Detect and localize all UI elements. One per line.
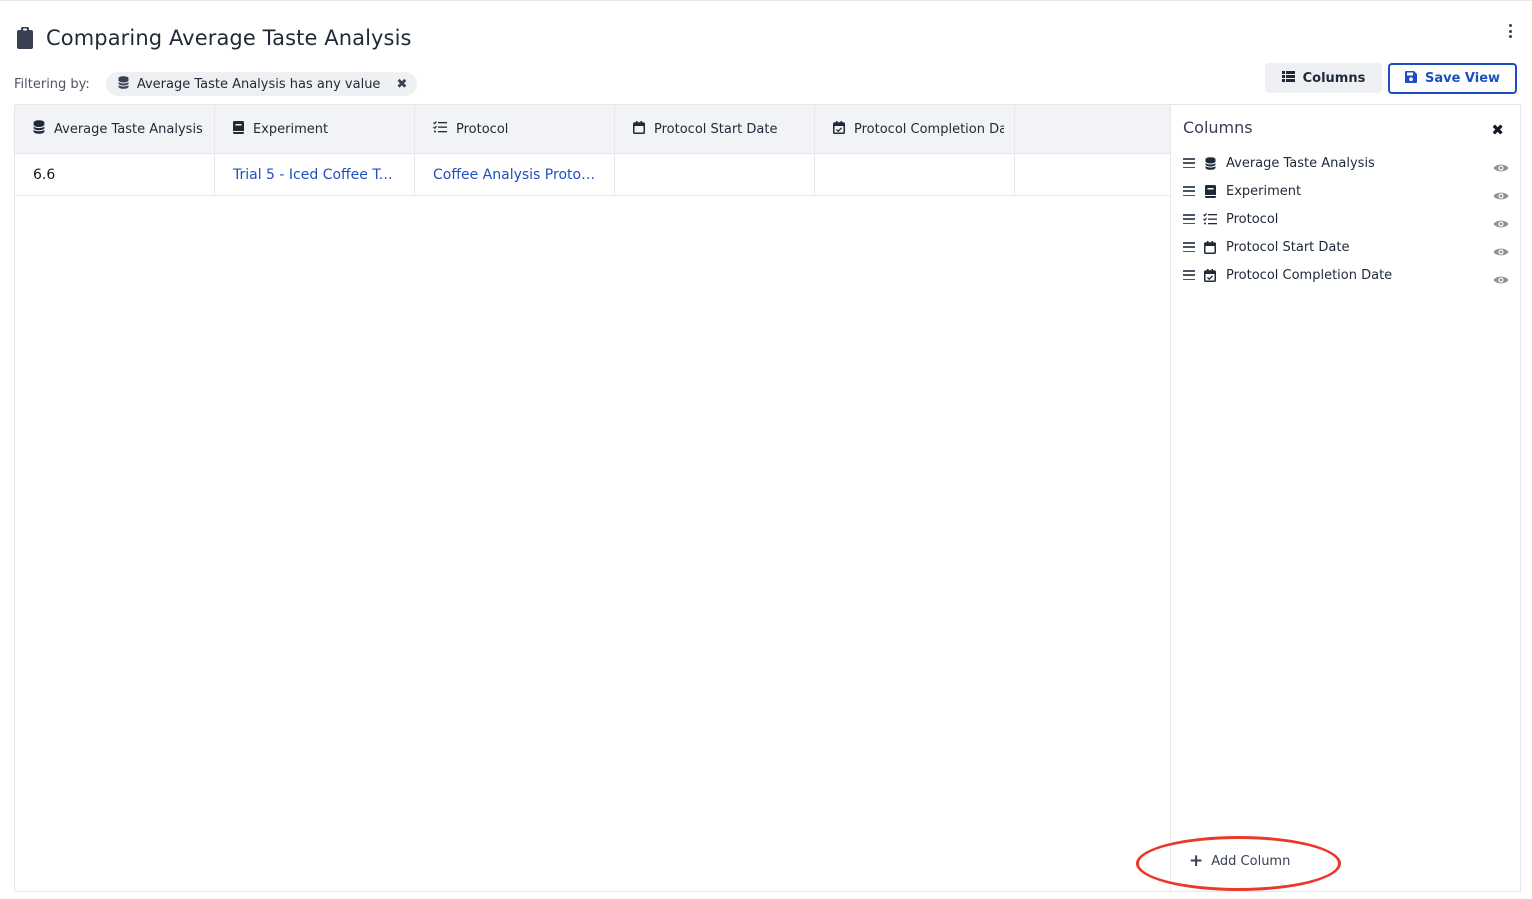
column-header-empty <box>1015 105 1171 153</box>
database-icon <box>117 75 129 93</box>
column-header-label: Experiment <box>253 121 329 137</box>
data-grid: Average Taste Analysis Experiment Protoc… <box>14 104 1171 892</box>
column-header-label: Protocol Completion Date <box>854 121 1004 137</box>
cell-value: 6.6 <box>33 166 56 183</box>
eye-icon[interactable] <box>1493 186 1509 200</box>
plus-icon: + <box>1189 851 1204 871</box>
more-options-icon[interactable] <box>1506 22 1514 40</box>
notebook-icon <box>1203 184 1217 198</box>
cell-average-taste-analysis[interactable]: 6.6 <box>15 154 215 195</box>
column-header-protocol-completion-date[interactable]: Protocol Completion Date <box>815 105 1015 153</box>
save-view-label: Save View <box>1424 71 1501 86</box>
column-header-label: Protocol Start Date <box>654 121 778 137</box>
table-columns-icon <box>1281 70 1295 86</box>
eye-icon[interactable] <box>1493 158 1509 172</box>
cell-protocol-start-date[interactable] <box>615 154 815 195</box>
checklist-icon <box>1203 213 1217 225</box>
column-header-label: Average Taste Analysis <box>54 121 203 137</box>
table-row[interactable]: 6.6 Trial 5 - Iced Coffee Taste Test Cof… <box>15 154 1171 196</box>
drag-handle-icon[interactable] <box>1183 242 1195 252</box>
cell-protocol[interactable]: Coffee Analysis Protocol <box>415 154 615 195</box>
column-item-protocol-completion-date[interactable]: Protocol Completion Date <box>1183 261 1509 289</box>
filter-chip-text: Average Taste Analysis has any value <box>136 76 381 92</box>
cell-experiment[interactable]: Trial 5 - Iced Coffee Taste Test <box>215 154 415 195</box>
filter-bar: Filtering by: Average Taste Analysis has… <box>14 72 418 96</box>
close-icon[interactable]: ✖ <box>1491 121 1504 139</box>
column-header-label: Protocol <box>456 121 509 137</box>
column-item-label: Protocol Start Date <box>1226 239 1350 255</box>
column-item-protocol-start-date[interactable]: Protocol Start Date <box>1183 233 1509 261</box>
column-item-label: Average Taste Analysis <box>1226 155 1375 171</box>
column-item-label: Protocol Completion Date <box>1226 267 1393 283</box>
drag-handle-icon[interactable] <box>1183 214 1195 224</box>
column-header-average-taste-analysis[interactable]: Average Taste Analysis <box>15 105 215 153</box>
checklist-icon <box>433 121 447 137</box>
remove-filter-icon[interactable]: ✖ <box>396 77 407 92</box>
database-icon <box>33 120 45 138</box>
page-header: Comparing Average Taste Analysis <box>16 26 412 50</box>
column-header-experiment[interactable]: Experiment <box>215 105 415 153</box>
add-column-button[interactable]: + Add Column <box>1189 853 1290 870</box>
filter-label: Filtering by: <box>14 76 90 92</box>
column-item-protocol[interactable]: Protocol <box>1183 205 1509 233</box>
eye-icon[interactable] <box>1493 270 1509 284</box>
column-item-label: Experiment <box>1226 183 1302 199</box>
grid-header-row: Average Taste Analysis Experiment Protoc… <box>15 105 1171 154</box>
cell-protocol-completion-date[interactable] <box>815 154 1015 195</box>
clipboard-icon <box>16 26 34 50</box>
cell-empty <box>1015 154 1171 195</box>
column-item-label: Protocol <box>1226 211 1279 227</box>
add-column-label: Add Column <box>1211 854 1291 869</box>
columns-button-label: Columns <box>1302 70 1366 86</box>
drag-handle-icon[interactable] <box>1183 270 1195 280</box>
page-title: Comparing Average Taste Analysis <box>46 26 412 50</box>
calendar-icon <box>633 120 645 138</box>
save-icon <box>1404 70 1417 87</box>
experiment-link[interactable]: Trial 5 - Iced Coffee Taste Test <box>233 167 398 183</box>
column-header-protocol[interactable]: Protocol <box>415 105 615 153</box>
calendar-check-icon <box>1203 268 1217 282</box>
drag-handle-icon[interactable] <box>1183 158 1195 168</box>
notebook-icon <box>233 120 244 138</box>
column-item-experiment[interactable]: Experiment <box>1183 177 1509 205</box>
drag-handle-icon[interactable] <box>1183 186 1195 196</box>
calendar-check-icon <box>833 120 845 138</box>
eye-icon[interactable] <box>1493 214 1509 228</box>
filter-chip[interactable]: Average Taste Analysis has any value ✖ <box>105 72 418 96</box>
column-list: Average Taste Analysis Experiment Protoc… <box>1183 149 1509 289</box>
columns-button[interactable]: Columns <box>1265 63 1382 93</box>
database-icon <box>1203 156 1217 170</box>
protocol-link[interactable]: Coffee Analysis Protocol <box>433 167 598 183</box>
calendar-icon <box>1203 240 1217 254</box>
top-divider <box>0 0 1532 1</box>
column-item-average-taste-analysis[interactable]: Average Taste Analysis <box>1183 149 1509 177</box>
columns-panel: Columns ✖ Average Taste Analysis Experim… <box>1170 104 1521 892</box>
column-header-protocol-start-date[interactable]: Protocol Start Date <box>615 105 815 153</box>
columns-panel-title: Columns <box>1183 118 1253 137</box>
eye-icon[interactable] <box>1493 242 1509 256</box>
save-view-button[interactable]: Save View <box>1388 63 1517 94</box>
